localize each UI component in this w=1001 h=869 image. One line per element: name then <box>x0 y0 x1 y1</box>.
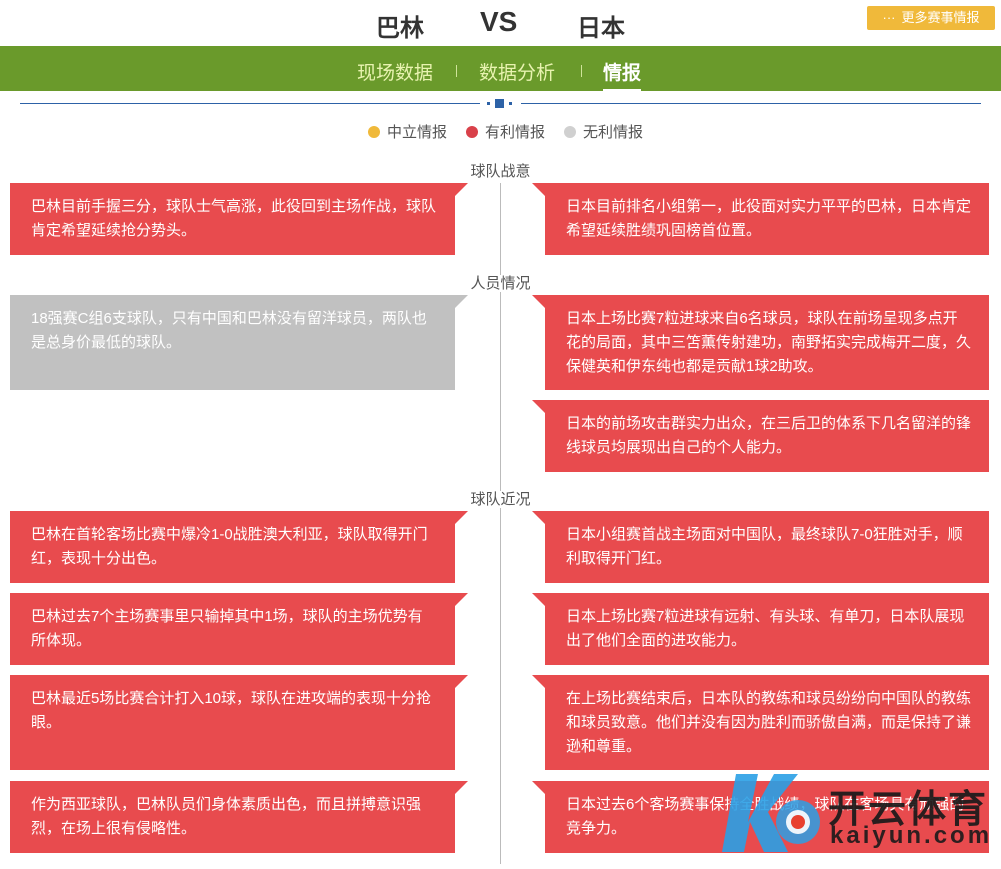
kaiyun-logo-icon <box>722 774 820 852</box>
tab-intel[interactable]: 情报 <box>603 58 642 92</box>
legend-neutral: 中立情报 <box>368 121 447 142</box>
intel-card-left: 巴林目前手握三分，球队士气高涨，此役回到主场作战，球队肯定希望延续抢分势头。 <box>10 183 468 255</box>
versus-label: VS <box>480 6 518 37</box>
tab-data-analysis[interactable]: 数据分析 <box>479 58 555 85</box>
away-team-name: 日本 <box>577 15 625 42</box>
kaiyun-watermark: 开云体育 kaiyun.com <box>718 760 1001 864</box>
header-divider-right <box>521 103 981 104</box>
watermark-domain: kaiyun.com <box>830 822 993 849</box>
tab-divider <box>581 65 582 77</box>
favorable-dot-icon <box>466 125 478 138</box>
neutral-dot-icon <box>368 125 380 138</box>
unfavorable-dot-icon <box>564 125 576 138</box>
section-title-personnel: 人员情况 <box>0 272 1001 293</box>
intel-card-right: 日本的前场攻击群实力出众，在三后卫的体系下几名留洋的锋线球员均展现出自己的个人能… <box>532 400 989 472</box>
home-team-name: 巴林 <box>376 15 424 42</box>
tab-live-data[interactable]: 现场数据 <box>357 58 433 85</box>
intel-card-left: 巴林最近5场比赛合计打入10球，球队在进攻端的表现十分抢眼。 <box>10 675 468 770</box>
intel-card-right: 日本上场比赛7粒进球有远射、有头球、有单刀，日本队展现出了他们全面的进攻能力。 <box>532 593 989 665</box>
section-title-recent-form: 球队近况 <box>0 488 1001 509</box>
divider-ornament <box>485 99 515 108</box>
legend-favorable-label: 有利情报 <box>485 124 546 141</box>
more-dots-icon: ··· <box>882 10 896 25</box>
intel-card-left: 巴林过去7个主场赛事里只输掉其中1场，球队的主场优势有所体现。 <box>10 593 468 665</box>
nav-bar: 现场数据 数据分析 情报 <box>0 46 1001 92</box>
more-match-intel-button[interactable]: ··· 更多赛事情报 <box>867 6 995 30</box>
more-button-label: 更多赛事情报 <box>901 10 980 25</box>
legend-unfavorable: 无利情报 <box>564 121 643 142</box>
section-title-morale: 球队战意 <box>0 160 1001 181</box>
intel-card-right: 日本上场比赛7粒进球来自6名球员，球队在前场呈现多点开花的局面，其中三笘薫传射建… <box>532 295 989 390</box>
legend-favorable: 有利情报 <box>466 121 545 142</box>
intel-card-left: 作为西亚球队，巴林队员们身体素质出色，而且拼搏意识强烈，在场上很有侵略性。 <box>10 781 468 853</box>
intel-card-right: 在上场比赛结束后，日本队的教练和球员纷纷向中国队的教练和球员致意。他们并没有因为… <box>532 675 989 770</box>
legend-unfavorable-label: 无利情报 <box>583 124 644 141</box>
intel-card-left: 18强赛C组6支球队，只有中国和巴林没有留洋球员，两队也是总身价最低的球队。 <box>10 295 468 390</box>
header-divider-left <box>20 103 480 104</box>
intel-card-left: 巴林在首轮客场比赛中爆冷1-0战胜澳大利亚，球队取得开门红，表现十分出色。 <box>10 511 468 583</box>
intel-card-right: 日本小组赛首战主场面对中国队，最终球队7-0狂胜对手，顺利取得开门红。 <box>532 511 989 583</box>
match-header: 巴林 VS 日本 ··· 更多赛事情报 <box>0 0 1001 46</box>
intel-card-right: 日本目前排名小组第一，此役面对实力平平的巴林，日本肯定希望延续胜绩巩固榜首位置。 <box>532 183 989 255</box>
legend-neutral-label: 中立情报 <box>387 124 448 141</box>
tab-divider <box>456 65 457 77</box>
